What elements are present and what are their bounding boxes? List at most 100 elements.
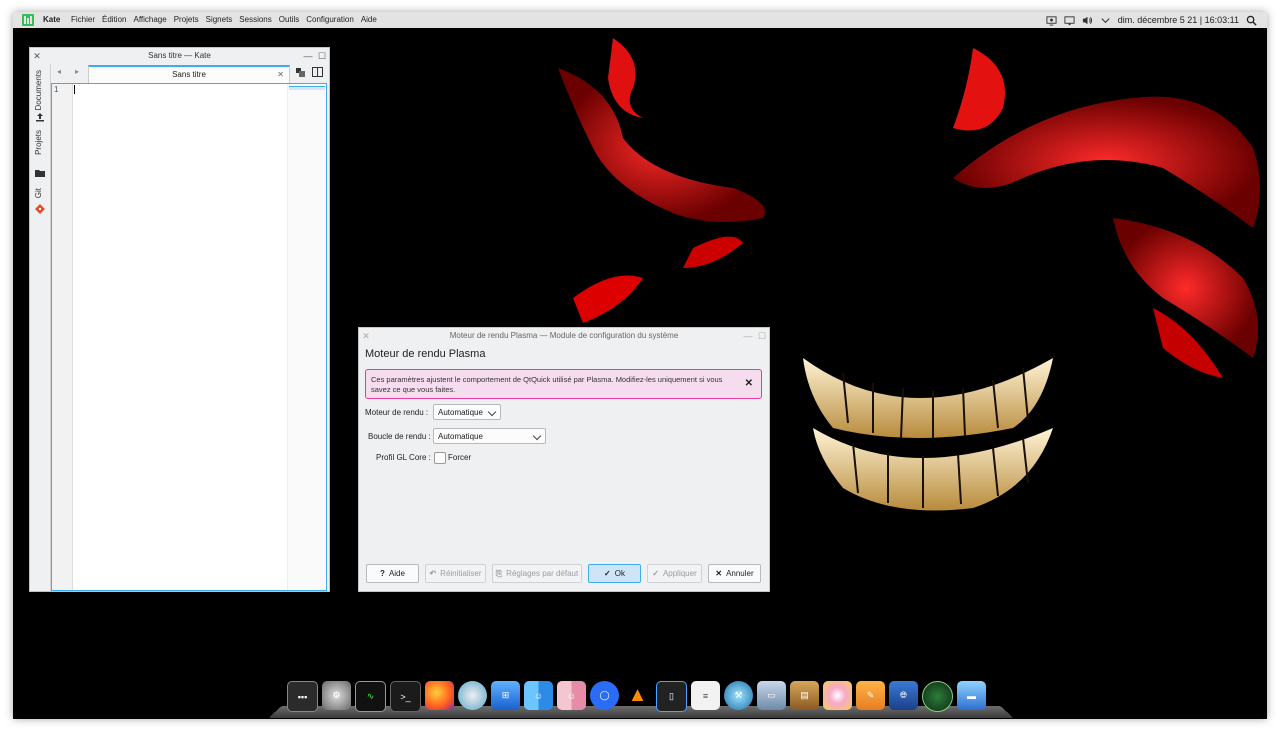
- radar-icon[interactable]: [922, 681, 953, 712]
- render-engine-select[interactable]: Automatique: [433, 404, 501, 420]
- close-icon: ✕: [715, 569, 723, 578]
- menu-sessions[interactable]: Sessions: [239, 15, 271, 24]
- tab-label: Sans titre: [172, 70, 206, 79]
- split-view-icon[interactable]: [312, 67, 323, 77]
- menu-outils[interactable]: Outils: [279, 15, 299, 24]
- kate-tabbar: ◂ ▸ Sans titre ✕: [51, 64, 329, 83]
- menu-configuration[interactable]: Configuration: [306, 15, 354, 24]
- render-loop-value: Automatique: [438, 432, 483, 441]
- volume-icon[interactable]: [1082, 15, 1093, 26]
- archive-icon[interactable]: ▤: [790, 681, 819, 710]
- question-icon: ?: [380, 569, 385, 578]
- tab-close-icon[interactable]: ✕: [277, 67, 284, 82]
- sidebar-tab-git[interactable]: Git: [34, 188, 43, 198]
- apply-button[interactable]: ✓ Appliquer: [647, 564, 702, 583]
- menu-edition[interactable]: Édition: [102, 15, 126, 24]
- finder-alt-icon[interactable]: ☺: [557, 681, 586, 710]
- defaults-icon: ⎘: [495, 569, 503, 578]
- reset-button[interactable]: ↶ Réinitialiser: [425, 564, 486, 583]
- kate-titlebar: ✕ Sans titre — Kate — ☐: [30, 48, 329, 64]
- maximize-icon[interactable]: ☐: [315, 48, 329, 64]
- kate-window: ✕ Sans titre — Kate — ☐ Documents Projet…: [29, 47, 330, 592]
- photos-icon[interactable]: [823, 681, 852, 710]
- force-gl-core-label[interactable]: Forcer: [448, 453, 471, 462]
- minimap[interactable]: [287, 84, 326, 590]
- vlc-icon[interactable]: ▲: [623, 681, 652, 710]
- phone-icon[interactable]: ▯: [656, 681, 687, 712]
- app-store-icon[interactable]: ⊞: [491, 681, 520, 710]
- menu-list: Fichier Édition Affichage Projets Signet…: [71, 15, 377, 24]
- notes-icon[interactable]: ≡: [691, 681, 720, 710]
- dialog-titlebar: ✕ Moteur de rendu Plasma — Module de con…: [359, 328, 769, 344]
- sidebar-tab-documents[interactable]: Documents: [34, 70, 43, 110]
- system-monitor-icon[interactable]: ▪▪▪: [287, 681, 318, 712]
- folder-icon[interactable]: [35, 168, 45, 178]
- git-icon[interactable]: [35, 204, 45, 214]
- network-icon[interactable]: 🌐︎: [889, 681, 918, 710]
- ok-button[interactable]: ✓ Ok: [588, 564, 641, 583]
- defaults-button[interactable]: ⎘ Réglages par défaut: [492, 564, 582, 583]
- chevron-down-icon: [532, 431, 542, 441]
- top-menu-bar: Kate Fichier Édition Affichage Projets S…: [13, 12, 1267, 29]
- menu-aide[interactable]: Aide: [361, 15, 377, 24]
- finder-icon[interactable]: ☺: [524, 681, 553, 710]
- chevron-down-icon: [487, 407, 497, 417]
- plasma-render-dialog: ✕ Moteur de rendu Plasma — Module de con…: [358, 327, 770, 592]
- message-close-icon[interactable]: ✕: [745, 378, 753, 389]
- check-icon: ✓: [604, 569, 611, 578]
- render-loop-select[interactable]: Automatique: [433, 428, 546, 444]
- settings-icon[interactable]: ⚙: [322, 681, 351, 710]
- terminal-icon[interactable]: >_: [390, 681, 421, 712]
- undo-icon: ↶: [429, 569, 437, 578]
- search-icon[interactable]: [1246, 15, 1257, 26]
- display-icon[interactable]: [1064, 15, 1075, 26]
- reset-button-label: Réinitialiser: [440, 569, 482, 578]
- close-icon[interactable]: ✕: [30, 48, 44, 64]
- minimize-icon[interactable]: —: [301, 48, 315, 64]
- text-editor[interactable]: 1: [51, 83, 327, 591]
- upload-icon[interactable]: [35, 112, 45, 122]
- sidebar-tab-projets[interactable]: Projets: [34, 130, 43, 155]
- text-cursor: [74, 85, 75, 94]
- warning-message-text: Ces paramètres ajustent le comportement …: [371, 375, 723, 394]
- pages-icon[interactable]: ✎: [856, 681, 885, 710]
- tab-sans-titre[interactable]: Sans titre ✕: [88, 65, 290, 83]
- dialog-maximize-icon[interactable]: ☐: [755, 328, 769, 344]
- chevron-down-icon[interactable]: [1100, 15, 1111, 26]
- signal-icon[interactable]: ◯: [590, 681, 619, 710]
- desktop-icon[interactable]: ▬: [957, 681, 986, 710]
- quick-open-icon[interactable]: [296, 68, 305, 77]
- xcode-icon[interactable]: ⚒: [724, 681, 753, 710]
- help-button[interactable]: ? Aide: [366, 564, 419, 583]
- kate-sidebar: Documents Projets Git: [30, 64, 51, 591]
- ok-button-label: Ok: [614, 569, 625, 578]
- warning-message: Ces paramètres ajustent le comportement …: [365, 369, 762, 399]
- active-app-name: Kate: [43, 15, 61, 24]
- cancel-button-label: Annuler: [726, 569, 754, 578]
- force-gl-core-checkbox[interactable]: [434, 452, 446, 464]
- apply-button-label: Appliquer: [662, 569, 697, 578]
- menu-fichier[interactable]: Fichier: [71, 15, 95, 24]
- render-loop-label: Boucle de rendu :: [368, 432, 431, 441]
- minimap-viewport[interactable]: [289, 86, 325, 90]
- cancel-button[interactable]: ✕ Annuler: [708, 564, 761, 583]
- tab-scroll-left-icon[interactable]: ◂: [57, 67, 61, 76]
- desktop-screen: Kate Fichier Édition Affichage Projets S…: [13, 12, 1267, 719]
- screen-icon[interactable]: [1046, 15, 1057, 26]
- manjaro-logo-icon[interactable]: [22, 14, 34, 26]
- clock[interactable]: dim. décembre 5 21 | 16:03:11: [1118, 15, 1239, 25]
- render-engine-label: Moteur de rendu :: [365, 408, 429, 417]
- menu-affichage[interactable]: Affichage: [133, 15, 166, 24]
- firefox-icon[interactable]: [425, 681, 454, 710]
- dialog-close-icon[interactable]: ✕: [359, 328, 373, 344]
- disk-utility-icon[interactable]: [458, 681, 487, 710]
- kate-window-title: Sans titre — Kate: [148, 51, 211, 60]
- menu-signets[interactable]: Signets: [206, 15, 233, 24]
- dialog-window-title: Moteur de rendu Plasma — Module de confi…: [449, 331, 679, 340]
- tab-scroll-right-icon[interactable]: ▸: [75, 67, 79, 76]
- menu-projets[interactable]: Projets: [174, 15, 199, 24]
- dialog-minimize-icon[interactable]: —: [741, 328, 755, 344]
- dock-icons: ▪▪▪ ⚙ ∿ >_ ⊞ ☺ ☺ ◯ ▲ ▯ ≡ ⚒ ▭ ▤ ✎ 🌐︎ ▬: [287, 681, 986, 712]
- activity-monitor-icon[interactable]: ∿: [355, 681, 386, 712]
- preview-icon[interactable]: ▭: [757, 681, 786, 710]
